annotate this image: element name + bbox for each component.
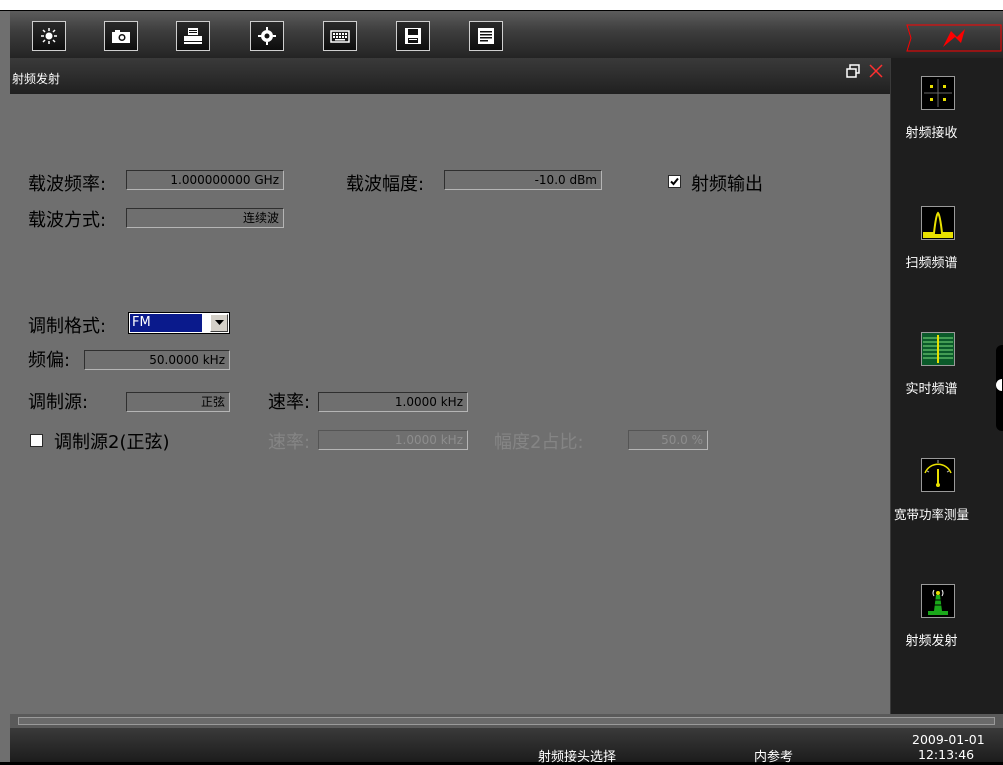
sidebar-label: 扫频频谱: [905, 256, 958, 271]
mod-source-field[interactable]: 正弦: [126, 392, 230, 412]
restore-icon[interactable]: [846, 64, 860, 78]
status-bar: 射频接头选择 内参考 2009-01-01 12:13:46: [10, 728, 1003, 765]
chevron-down-icon: [214, 320, 224, 325]
rf-output-checkbox[interactable]: [668, 175, 681, 188]
scrollbar-track[interactable]: [18, 717, 995, 725]
toolbar: [10, 11, 1003, 58]
rf-head-select[interactable]: 射频接头选择: [538, 746, 616, 765]
rf-transmit-panel: 载波频率: 1.000000000 GHz 载波幅度: -10.0 dBm 射频…: [10, 94, 890, 714]
checkmark-icon: [670, 177, 679, 186]
carrier-amp-field[interactable]: -10.0 dBm: [444, 170, 602, 190]
rate2-field: 1.0000 kHz: [318, 430, 468, 450]
rate1-field[interactable]: 1.0000 kHz: [318, 392, 468, 412]
mod-source-label: 调制源:: [28, 392, 89, 413]
screenshot-button[interactable]: [104, 21, 138, 51]
freq-dev-label: 频偏:: [28, 350, 71, 371]
close-icon[interactable]: [868, 63, 884, 79]
sidebar-item-rf-receive[interactable]: 射频接收: [891, 76, 1003, 176]
mod-format-select[interactable]: FM: [128, 312, 230, 334]
mod-source2-label: 调制源2(正弦): [54, 432, 170, 453]
window-title: 射频发射: [12, 72, 61, 86]
mod-source2-checkbox[interactable]: [30, 434, 43, 447]
settings-button[interactable]: [250, 21, 284, 51]
sidebar-label: 实时频谱: [905, 382, 958, 397]
rate2-label: 速率:: [268, 432, 311, 453]
dropdown-arrow[interactable]: [210, 314, 228, 332]
brightness-button[interactable]: [32, 21, 66, 51]
carrier-amp-label: 载波幅度:: [346, 174, 425, 195]
horizontal-scrollbar[interactable]: [10, 714, 1003, 728]
mod-format-value: FM: [130, 314, 202, 332]
sidebar-item-realtime-spectrum[interactable]: 实时频谱: [891, 332, 1003, 432]
sidebar-label: 射频接收: [905, 126, 958, 141]
keyboard-button[interactable]: [323, 21, 357, 51]
print-icon: [184, 28, 202, 44]
freq-dev-field[interactable]: 50.0000 kHz: [84, 350, 230, 370]
window-titlebar: 射频发射: [10, 58, 890, 94]
rf-receive-icon: [921, 76, 955, 110]
status-time: 12:13:46: [918, 747, 975, 762]
rate1-label: 速率:: [268, 392, 311, 413]
camera-icon: [112, 30, 130, 43]
keyboard-icon: [330, 30, 350, 43]
save-icon: [405, 28, 421, 44]
mod-format-label: 调制格式:: [28, 316, 107, 337]
save-button[interactable]: [396, 21, 430, 51]
sidebar-collapse-tab[interactable]: [996, 345, 1003, 431]
realtime-spectrum-icon: [921, 332, 955, 366]
power-meter-icon: [921, 458, 955, 492]
sidebar-item-rf-transmit[interactable]: 射频发射: [891, 584, 1003, 684]
status-date: 2009-01-01: [912, 732, 985, 747]
document-button[interactable]: [469, 21, 503, 51]
sidebar-item-sweep-spectrum[interactable]: 扫频频谱: [891, 206, 1003, 306]
brightness-icon: [41, 28, 57, 44]
carrier-freq-label: 载波频率:: [28, 174, 107, 195]
amp-ratio-field: 50.0 %: [628, 430, 708, 450]
sweep-spectrum-icon: [921, 206, 955, 240]
title-strip: [0, 0, 1003, 11]
tab-handle-icon: [996, 379, 1002, 391]
carrier-mode-label: 载波方式:: [28, 210, 107, 231]
print-button[interactable]: [176, 21, 210, 51]
mode-sidebar: 射频接收 扫频频谱 实时频谱 宽带功率测量 射频发射: [890, 58, 1003, 714]
app-frame: 射频发射 载波频率: 1.000000000 GHz 载波幅度: -10.0 d…: [0, 0, 1003, 765]
sidebar-label: 射频发射: [905, 634, 958, 649]
carrier-freq-field[interactable]: 1.000000000 GHz: [126, 170, 284, 190]
reference-status: 内参考: [754, 750, 794, 765]
sidebar-label: 宽带功率测量: [893, 507, 969, 522]
amp-ratio-label: 幅度2占比:: [494, 432, 584, 453]
sidebar-item-power-meter[interactable]: 宽带功率测量: [891, 458, 1003, 558]
rf-transmit-icon: [921, 584, 955, 618]
carrier-mode-field[interactable]: 连续波: [126, 208, 284, 228]
settings-icon: [258, 27, 276, 45]
brand-logo-icon: [906, 24, 1002, 52]
rf-output-label: 射频输出: [691, 174, 763, 195]
document-icon: [478, 28, 494, 44]
